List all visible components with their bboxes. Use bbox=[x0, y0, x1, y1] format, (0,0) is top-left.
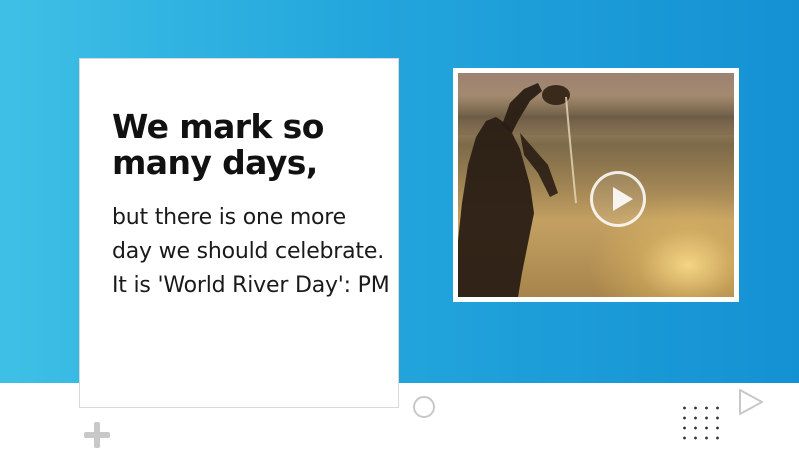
video-thumbnail[interactable] bbox=[458, 73, 734, 297]
dot-grid-icon bbox=[679, 403, 723, 443]
quote-headline: We mark so many days, bbox=[112, 107, 324, 182]
quote-body: but there is one more day we should cele… bbox=[112, 205, 390, 298]
plus-icon bbox=[84, 422, 110, 448]
quote-card: We mark so many days, but there is one m… bbox=[79, 58, 399, 408]
play-icon[interactable] bbox=[590, 171, 646, 227]
video-thumbnail-frame[interactable] bbox=[453, 68, 739, 302]
circle-outline-icon bbox=[413, 396, 435, 418]
triangle-outline-icon bbox=[739, 389, 763, 415]
